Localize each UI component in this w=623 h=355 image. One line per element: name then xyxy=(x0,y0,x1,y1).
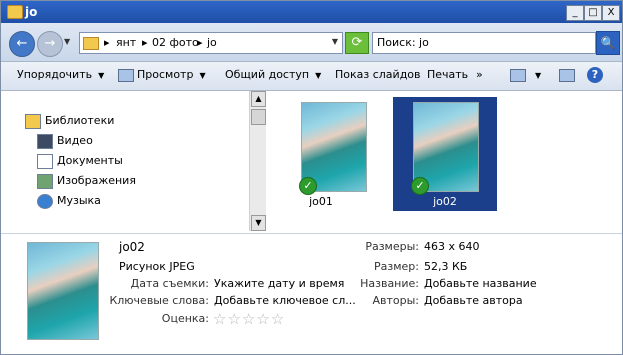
authors-label: Авторы: xyxy=(372,294,419,307)
explorer-window: jo _ □ X ← → ▼ ▸ янт ▸ 02 фото ▸ jo ▼ ⟳ … xyxy=(0,0,623,355)
slideshow-button[interactable]: Показ слайдов xyxy=(335,68,421,82)
recent-pages-dropdown-icon[interactable]: ▼ xyxy=(64,37,70,46)
share-button[interactable]: Общий доступ ▼ xyxy=(225,68,321,83)
back-button[interactable]: ← xyxy=(9,31,35,57)
scroll-down-icon[interactable]: ▼ xyxy=(251,215,266,231)
title-value[interactable]: Добавьте название xyxy=(424,277,537,291)
more-commands-button[interactable]: » xyxy=(476,68,483,82)
dimensions-value: 463 x 640 xyxy=(424,240,480,253)
libraries-icon xyxy=(25,113,41,129)
star-icon[interactable]: ☆ xyxy=(213,310,227,328)
breadcrumb-02-photo[interactable]: 02 фото xyxy=(152,36,199,50)
preview-label: Просмотр xyxy=(137,68,194,81)
date-taken-value[interactable]: Укажите дату и время xyxy=(214,277,344,291)
scroll-up-icon[interactable]: ▲ xyxy=(251,91,266,107)
title-bar[interactable]: jo _ □ X xyxy=(1,1,622,23)
breadcrumb-yant[interactable]: янт xyxy=(116,36,136,50)
address-dropdown-icon[interactable]: ▼ xyxy=(332,37,338,46)
scroll-thumb[interactable] xyxy=(251,109,266,125)
star-icon[interactable]: ☆ xyxy=(227,310,241,328)
details-thumbnail xyxy=(27,242,99,340)
folder-icon xyxy=(83,37,99,50)
file-item-jo02[interactable]: ✓ jo02 xyxy=(393,97,497,211)
video-icon xyxy=(37,133,53,149)
details-file-type: Рисунок JPEG xyxy=(119,260,195,273)
preview-pane-icon xyxy=(559,68,575,82)
organize-label: Упорядочить xyxy=(17,68,93,81)
title-label: Название: xyxy=(360,277,419,290)
forward-button[interactable]: → xyxy=(37,31,63,57)
nav-label: Библиотеки xyxy=(45,114,115,127)
nav-label: Документы xyxy=(57,154,123,167)
check-icon: ✓ xyxy=(299,177,317,195)
maximize-button[interactable]: □ xyxy=(584,5,602,21)
address-field[interactable]: ▸ янт ▸ 02 фото ▸ jo ▼ xyxy=(79,32,343,54)
preview-pane-button[interactable] xyxy=(559,68,578,82)
folder-icon xyxy=(7,5,23,19)
rating-label: Оценка: xyxy=(161,312,209,325)
organize-button[interactable]: Упорядочить ▼ xyxy=(17,68,104,83)
file-name: jo01 xyxy=(309,195,333,208)
dimensions-label: Размеры: xyxy=(365,240,419,253)
nav-item-libraries[interactable]: Библиотеки xyxy=(25,113,114,129)
nav-item-music[interactable]: Музыка xyxy=(37,193,101,209)
preview-icon xyxy=(118,68,134,82)
size-value: 52,3 КБ xyxy=(424,260,468,273)
nav-item-documents[interactable]: Документы xyxy=(37,153,123,169)
chevron-down-icon: ▼ xyxy=(199,71,206,80)
details-file-name: jo02 xyxy=(119,240,145,254)
file-name: jo02 xyxy=(433,195,457,208)
breadcrumb-separator-icon[interactable]: ▸ xyxy=(142,36,148,50)
address-bar: ← → ▼ ▸ янт ▸ 02 фото ▸ jo ▼ ⟳ 🔍 xyxy=(1,23,622,62)
details-pane: jo02 Рисунок JPEG Дата съемки: Укажите д… xyxy=(1,234,622,354)
breadcrumb-separator-icon[interactable]: ▸ xyxy=(104,36,110,50)
chevron-down-icon: ▼ xyxy=(98,71,105,80)
search-input[interactable] xyxy=(373,33,591,51)
navigation-pane: Библиотеки Видео Документы Изображения М… xyxy=(1,91,251,231)
chevron-down-icon: ▼ xyxy=(315,71,322,80)
check-icon: ✓ xyxy=(411,177,429,195)
view-icon xyxy=(510,68,526,82)
authors-value[interactable]: Добавьте автора xyxy=(424,294,523,308)
nav-label: Видео xyxy=(57,134,93,147)
nav-label: Музыка xyxy=(57,194,101,207)
chevron-down-icon: ▼ xyxy=(535,71,542,80)
print-button[interactable]: Печать xyxy=(427,68,468,82)
file-item-jo01[interactable]: ✓ jo01 xyxy=(269,97,373,211)
nav-label: Изображения xyxy=(57,174,136,187)
star-icon[interactable]: ☆ xyxy=(256,310,270,328)
preview-button[interactable]: Просмотр ▼ xyxy=(118,68,206,83)
music-icon xyxy=(37,193,53,209)
breadcrumb-jo[interactable]: jo xyxy=(207,36,217,50)
refresh-button[interactable]: ⟳ xyxy=(345,32,369,54)
star-icon[interactable]: ☆ xyxy=(242,310,256,328)
star-icon[interactable]: ☆ xyxy=(271,310,285,328)
images-icon xyxy=(37,173,53,189)
nav-item-video[interactable]: Видео xyxy=(37,133,93,149)
minimize-button[interactable]: _ xyxy=(566,5,584,21)
window-title: jo xyxy=(25,5,38,19)
nav-item-images[interactable]: Изображения xyxy=(37,173,136,189)
file-list: ✓ jo01 ✓ jo02 xyxy=(267,91,622,231)
search-icon[interactable]: 🔍 xyxy=(596,31,620,55)
breadcrumb-separator-icon[interactable]: ▸ xyxy=(197,36,203,50)
size-label: Размер: xyxy=(374,260,419,273)
keywords-label: Ключевые слова: xyxy=(109,294,209,307)
date-taken-label: Дата съемки: xyxy=(130,277,209,290)
close-button[interactable]: X xyxy=(602,5,620,21)
navigation-scrollbar[interactable]: ▲ ▼ xyxy=(249,91,266,231)
search-box[interactable] xyxy=(372,32,596,54)
help-icon[interactable]: ? xyxy=(587,67,603,83)
command-bar: Упорядочить ▼ Просмотр ▼ Общий доступ ▼ Пок… xyxy=(1,62,622,91)
change-view-button[interactable]: ▼ xyxy=(510,68,541,83)
rating-stars[interactable]: ☆☆☆☆☆ xyxy=(213,310,285,328)
share-label: Общий доступ xyxy=(225,68,310,81)
documents-icon xyxy=(37,153,53,169)
